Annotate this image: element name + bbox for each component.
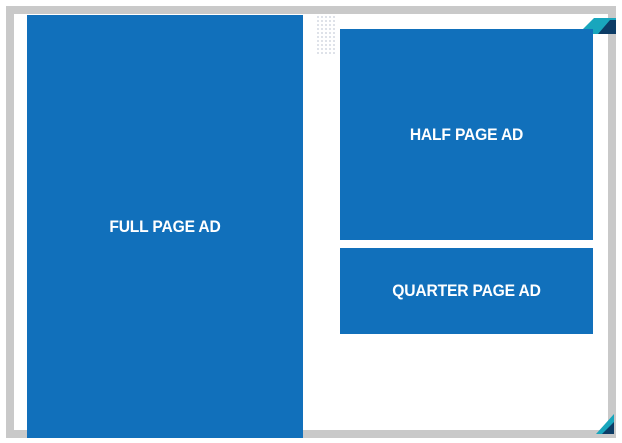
quarter-page-ad-label: QUARTER PAGE AD <box>392 281 541 300</box>
dot-pattern-decoration <box>316 15 336 55</box>
quarter-page-ad: QUARTER PAGE AD <box>340 248 593 334</box>
corner-accent-bottom-right <box>596 414 614 434</box>
half-page-ad-label: HALF PAGE AD <box>409 124 524 144</box>
full-page-ad-label: FULL PAGE AD <box>109 216 221 236</box>
half-page-ad: HALF PAGE AD <box>340 29 593 240</box>
full-page-ad: FULL PAGE AD <box>27 15 303 438</box>
